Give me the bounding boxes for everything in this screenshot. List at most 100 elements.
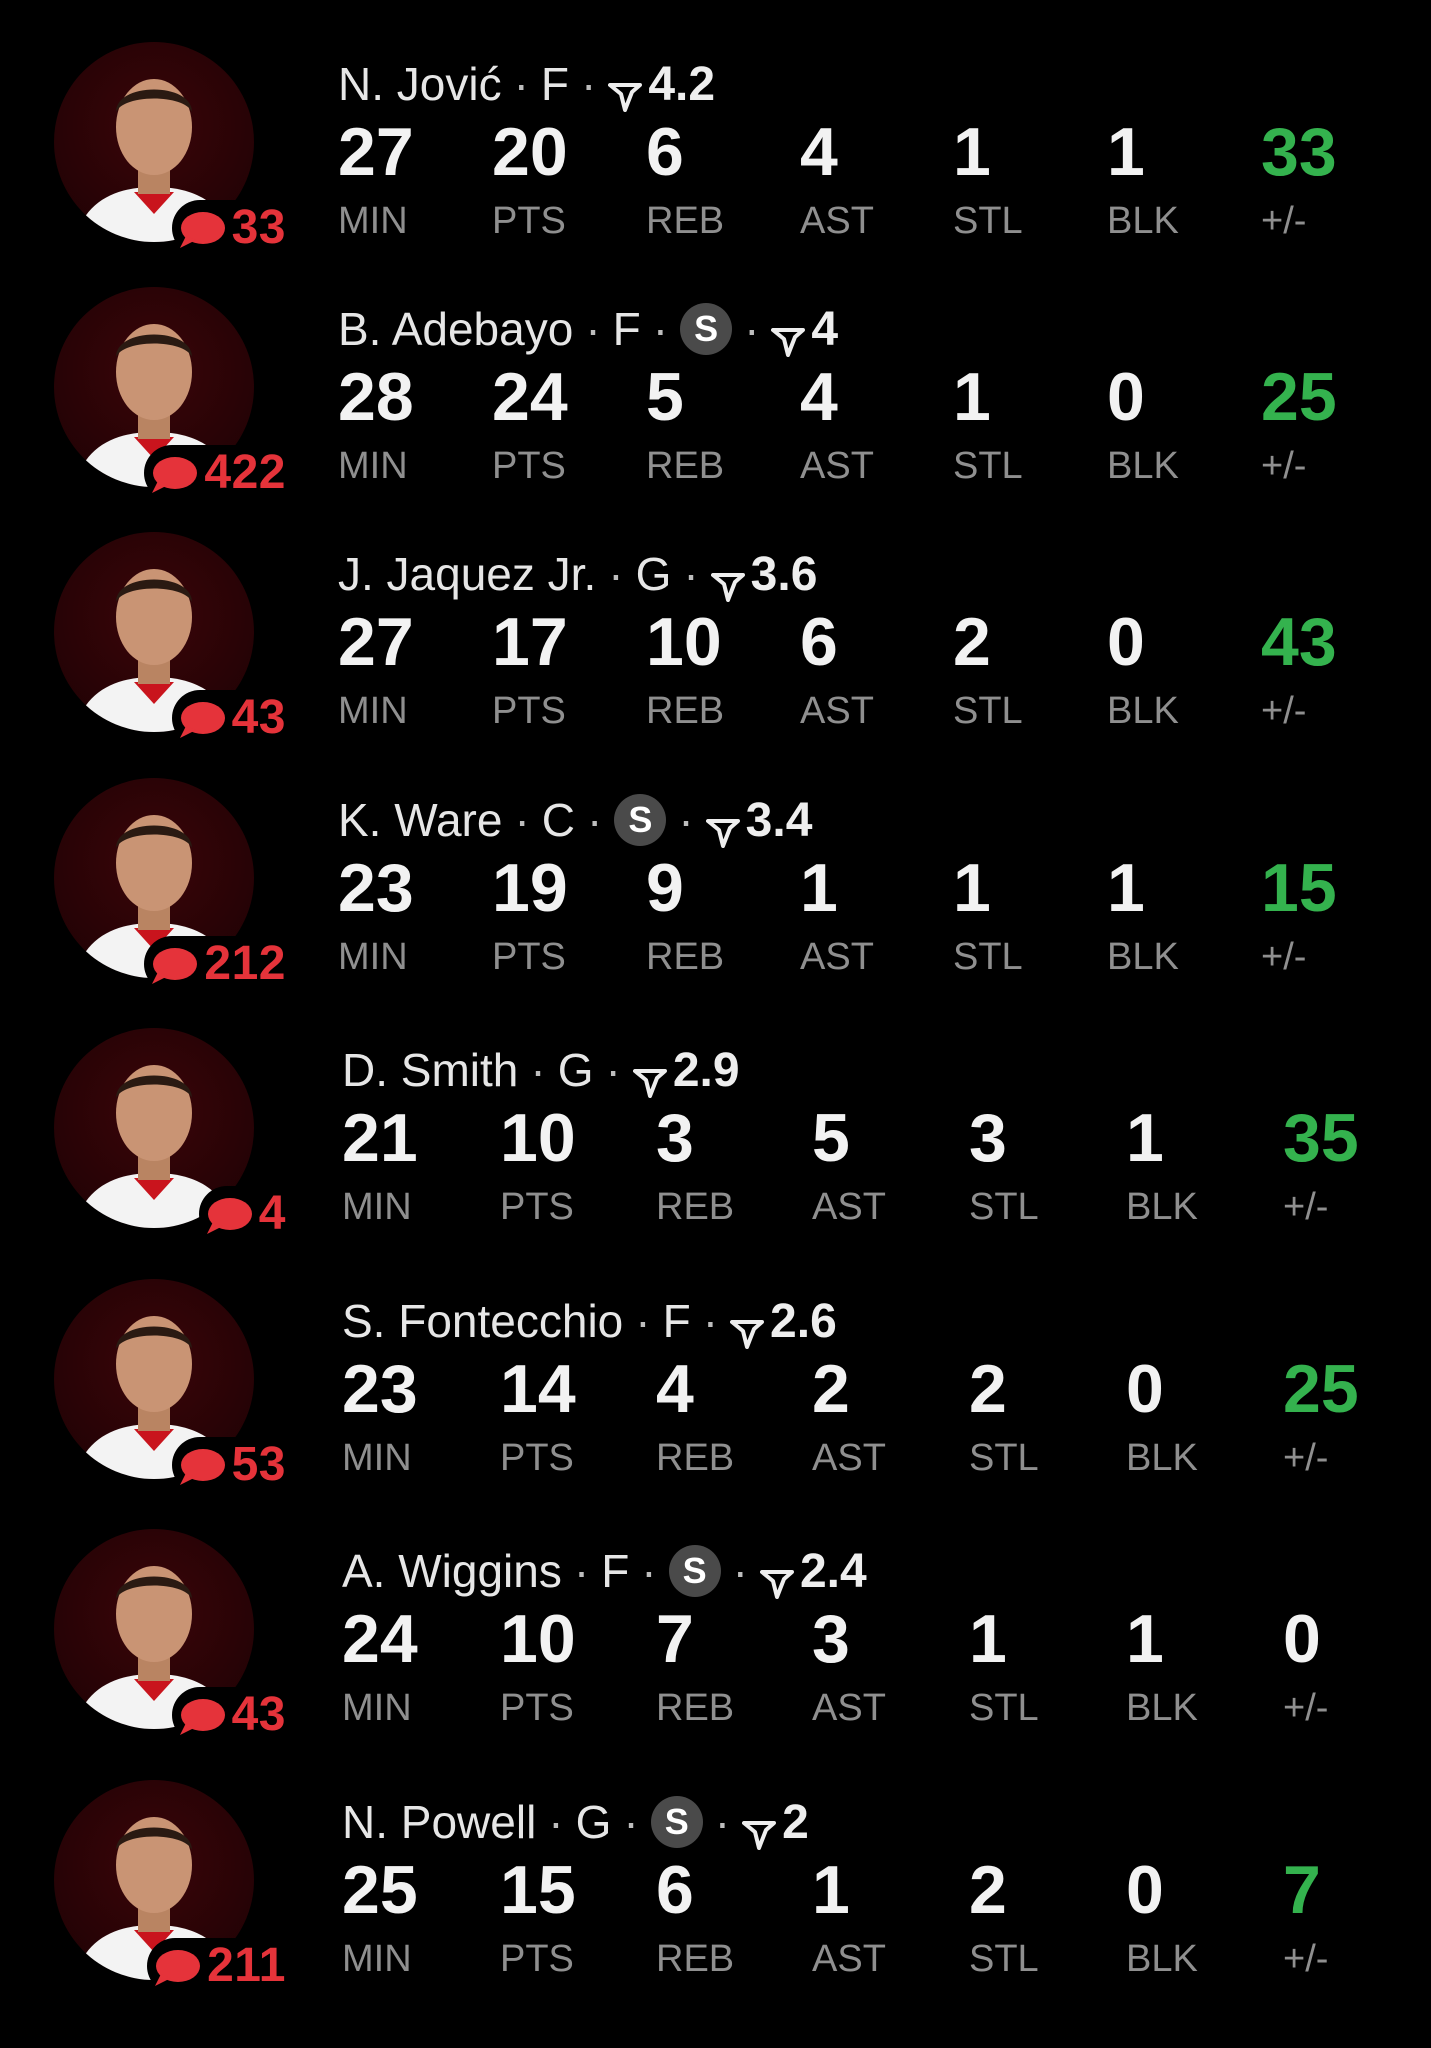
separator: · bbox=[608, 548, 624, 600]
stat-pm: 15 +/- bbox=[1261, 854, 1411, 976]
stat-label-min: MIN bbox=[338, 200, 408, 242]
stat-stl: 2 STL bbox=[969, 1856, 1119, 1978]
stat-label-ast: AST bbox=[800, 200, 874, 242]
stat-label-stl: STL bbox=[969, 1687, 1039, 1729]
stat-value-blk: 1 bbox=[1107, 114, 1145, 190]
stat-stl: 2 STL bbox=[953, 608, 1103, 730]
player-name[interactable]: A. Wiggins bbox=[342, 1544, 562, 1598]
speech-bubble-icon bbox=[178, 1697, 226, 1737]
speech-bubble-icon bbox=[150, 946, 198, 986]
player-row[interactable]: 43 A. Wiggins · F · S · 2.4 24 MIN 10 PTS 7 REB 3 AST 1 S… bbox=[0, 1487, 1431, 1743]
stat-value-ast: 6 bbox=[800, 604, 838, 680]
stat-value-pm: 25 bbox=[1283, 1351, 1359, 1427]
separator: · bbox=[678, 794, 694, 846]
rating-icon bbox=[710, 559, 745, 602]
player-name[interactable]: J. Jaquez Jr. bbox=[338, 547, 596, 601]
stat-ast: 6 AST bbox=[800, 608, 950, 730]
stat-value-ast: 3 bbox=[812, 1601, 850, 1677]
stat-min: 27 MIN bbox=[338, 118, 488, 240]
separator: · bbox=[641, 1545, 657, 1597]
stat-label-min: MIN bbox=[342, 1938, 412, 1980]
stat-pm: 25 +/- bbox=[1261, 363, 1411, 485]
stat-value-pts: 19 bbox=[492, 850, 568, 926]
comment-badge[interactable]: 53 bbox=[171, 1437, 290, 1493]
stat-label-min: MIN bbox=[342, 1186, 412, 1228]
stat-min: 21 MIN bbox=[342, 1104, 492, 1226]
player-name[interactable]: S. Fontecchio bbox=[342, 1294, 623, 1348]
player-name[interactable]: N. Jović bbox=[338, 57, 502, 111]
stat-reb: 6 REB bbox=[656, 1856, 806, 1978]
stat-stl: 1 STL bbox=[953, 363, 1103, 485]
stat-value-min: 24 bbox=[342, 1601, 418, 1677]
stat-min: 24 MIN bbox=[342, 1605, 492, 1727]
stat-value-ast: 1 bbox=[800, 850, 838, 926]
player-position: C bbox=[541, 794, 575, 846]
comment-count: 212 bbox=[204, 937, 286, 990]
player-name[interactable]: K. Ware bbox=[338, 793, 502, 847]
player-row[interactable]: 422 B. Adebayo · F · S · 4 28 MIN 24 PTS 5 REB 4 AST 1 ST… bbox=[0, 245, 1431, 501]
player-name[interactable]: N. Powell bbox=[342, 1795, 536, 1849]
separator: · bbox=[587, 794, 603, 846]
stat-label-blk: BLK bbox=[1107, 936, 1179, 978]
stat-ast: 2 AST bbox=[812, 1355, 962, 1477]
stat-label-reb: REB bbox=[656, 1938, 735, 1980]
comment-badge[interactable]: 4 bbox=[198, 1186, 290, 1242]
separator: · bbox=[623, 1796, 639, 1848]
starter-badge: S bbox=[680, 303, 733, 355]
stat-label-reb: REB bbox=[646, 936, 725, 978]
stat-label-reb: REB bbox=[646, 445, 725, 487]
separator: · bbox=[683, 548, 699, 600]
comment-badge[interactable]: 211 bbox=[147, 1938, 290, 1994]
player-info: B. Adebayo · F · S · 4 bbox=[338, 301, 838, 357]
player-row[interactable]: 43 J. Jaquez Jr. · G · 3.6 27 MIN 17 PTS 10 REB 6 AST… bbox=[0, 490, 1431, 746]
stat-stl: 1 STL bbox=[953, 118, 1103, 240]
stat-label-ast: AST bbox=[812, 1437, 886, 1479]
stat-label-blk: BLK bbox=[1107, 200, 1179, 242]
player-rating: 2.9 bbox=[672, 1043, 740, 1097]
stat-pm: 35 +/- bbox=[1283, 1104, 1431, 1226]
player-info: A. Wiggins · F · S · 2.4 bbox=[342, 1543, 867, 1599]
player-rating: 2.6 bbox=[770, 1294, 837, 1348]
speech-bubble-icon bbox=[178, 700, 226, 740]
player-row[interactable]: 4 D. Smith · G · 2.9 21 MIN 10 PTS 3 REB 5 AST 3 STL 1 BL… bbox=[0, 986, 1431, 1242]
player-row[interactable]: 33 N. Jović · F · 4.2 27 MIN 20 PTS 6 REB 4 AST 1 STL 1 B… bbox=[0, 0, 1431, 256]
player-name[interactable]: B. Adebayo bbox=[338, 302, 573, 356]
stat-value-reb: 6 bbox=[656, 1852, 694, 1928]
comment-badge[interactable]: 212 bbox=[144, 936, 290, 992]
comment-count: 43 bbox=[231, 691, 286, 744]
player-name[interactable]: D. Smith bbox=[342, 1043, 518, 1097]
stat-pm: 0 +/- bbox=[1283, 1605, 1431, 1727]
separator: · bbox=[652, 303, 669, 355]
rating-icon bbox=[771, 314, 806, 357]
separator: · bbox=[714, 1796, 731, 1848]
comment-count: 211 bbox=[207, 1939, 286, 1992]
stat-blk: 1 BLK bbox=[1107, 854, 1257, 976]
stat-value-blk: 0 bbox=[1126, 1852, 1164, 1928]
separator: · bbox=[744, 303, 760, 355]
stat-min: 27 MIN bbox=[338, 608, 488, 730]
player-row[interactable]: 211 N. Powell · G · S · 2 25 MIN 15 PTS 6 REB 1 AST 2 STL… bbox=[0, 1738, 1431, 1994]
stat-label-pts: PTS bbox=[492, 690, 566, 732]
stat-value-min: 21 bbox=[342, 1100, 418, 1176]
stat-label-reb: REB bbox=[656, 1186, 735, 1228]
stat-value-reb: 7 bbox=[656, 1601, 694, 1677]
player-info: N. Powell · G · S · 2 bbox=[342, 1794, 809, 1850]
separator: · bbox=[513, 58, 529, 110]
player-rating: 4.2 bbox=[648, 57, 716, 111]
stat-pts: 10 PTS bbox=[500, 1104, 650, 1226]
player-row[interactable]: 53 S. Fontecchio · F · 2.6 23 MIN 14 PTS 4 REB 2 AST 2… bbox=[0, 1237, 1431, 1493]
stat-value-stl: 2 bbox=[969, 1852, 1007, 1928]
stat-value-reb: 3 bbox=[656, 1100, 694, 1176]
stat-value-blk: 1 bbox=[1126, 1100, 1164, 1176]
stat-label-blk: BLK bbox=[1107, 445, 1179, 487]
player-info: N. Jović · F · 4.2 bbox=[338, 56, 715, 112]
rating-icon bbox=[608, 69, 643, 112]
stat-label-pm: +/- bbox=[1283, 1186, 1329, 1228]
player-row[interactable]: 212 K. Ware · C · S · 3.4 23 MIN 19 PTS 9 REB 1 AST 1 STL… bbox=[0, 736, 1431, 992]
rating-icon bbox=[705, 805, 740, 848]
comment-badge[interactable]: 43 bbox=[171, 1687, 290, 1743]
separator: · bbox=[573, 1545, 590, 1597]
stat-label-pm: +/- bbox=[1261, 936, 1307, 978]
stat-label-pm: +/- bbox=[1283, 1437, 1329, 1479]
stat-value-pts: 15 bbox=[500, 1852, 576, 1928]
